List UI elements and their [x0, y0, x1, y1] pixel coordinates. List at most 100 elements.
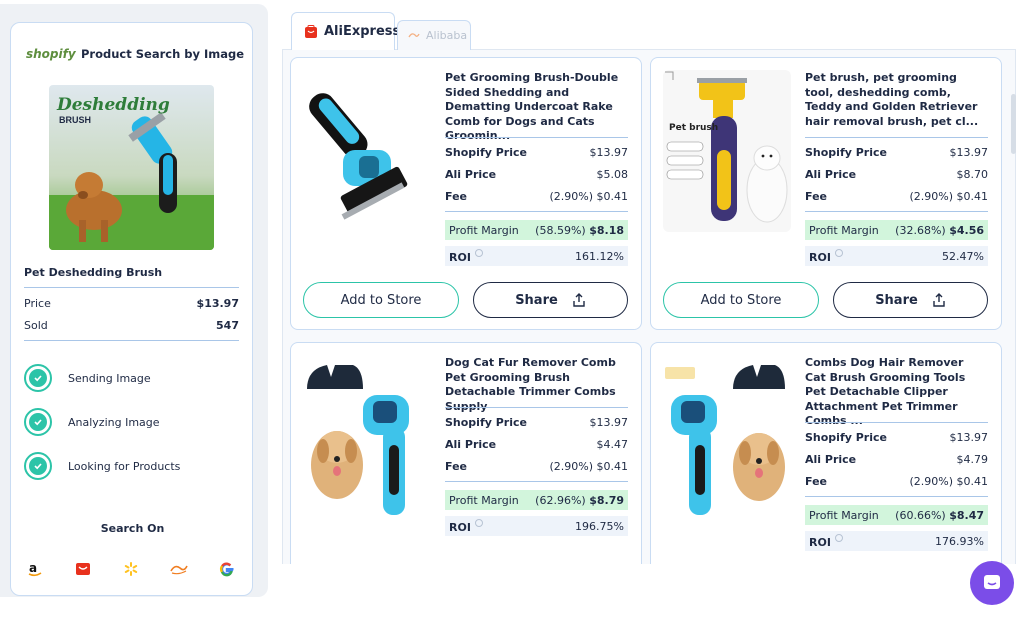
- sold-value: 547: [216, 319, 239, 332]
- product-title[interactable]: Combs Dog Hair Remover Cat Brush Groomin…: [805, 356, 987, 429]
- add-to-store-button[interactable]: Add to Store: [303, 282, 459, 318]
- price-value: $13.97: [196, 297, 239, 310]
- fee-row: Fee (2.90%) $0.41: [805, 190, 988, 203]
- ali-price-value: $5.08: [596, 168, 629, 181]
- divider: [805, 422, 988, 423]
- chat-icon: [984, 575, 1000, 589]
- scrollbar[interactable]: [1011, 94, 1016, 154]
- roi-label: ROI: [809, 250, 831, 264]
- fee-row: Fee (2.90%) $0.41: [445, 190, 628, 203]
- query-product-image: Deshedding BRUSH: [49, 85, 214, 250]
- tab-alibaba[interactable]: Alibaba: [397, 20, 471, 50]
- chat-button[interactable]: [970, 561, 1014, 605]
- google-icon[interactable]: [217, 559, 237, 579]
- fee-row: Fee (2.90%) $0.41: [445, 460, 628, 473]
- roi-label: ROI: [809, 535, 831, 549]
- amazon-icon[interactable]: a: [25, 559, 45, 579]
- shopify-logo: shopify: [26, 47, 76, 61]
- share-icon: [573, 293, 585, 307]
- share-button[interactable]: Share: [473, 282, 628, 318]
- aliexpress-icon: [304, 24, 318, 39]
- ali-price-label: Ali Price: [445, 168, 497, 181]
- share-label: Share: [515, 292, 558, 308]
- product-title[interactable]: Pet brush, pet grooming tool, deshedding…: [805, 71, 987, 129]
- product-image: [303, 70, 431, 232]
- divider: [805, 496, 988, 497]
- product-title[interactable]: Pet Grooming Brush-Double Sided Shedding…: [445, 71, 627, 144]
- profit-margin-label: Profit Margin: [449, 223, 519, 237]
- ali-price-value: $4.47: [596, 438, 629, 451]
- aliexpress-icon[interactable]: [73, 559, 93, 579]
- search-panel: shopify Product Search by Image Desheddi…: [10, 22, 253, 596]
- ali-price-row: Ali Price $4.47: [445, 438, 628, 451]
- step-label: Analyzing Image: [68, 415, 160, 429]
- product-image: [663, 355, 791, 520]
- profit-margin-pct: (60.66%): [895, 508, 946, 522]
- info-icon[interactable]: [834, 533, 843, 542]
- page-bottom-mask: [282, 564, 1024, 617]
- step-label: Sending Image: [68, 371, 151, 385]
- shopify-price-value: $13.97: [949, 431, 989, 444]
- step-label: Looking for Products: [68, 459, 181, 473]
- profit-margin-label: Profit Margin: [809, 223, 879, 237]
- product-image: Pet brush: [663, 70, 791, 232]
- roi-row: ROI 176.93%: [805, 531, 988, 551]
- ali-price-row: Ali Price $4.79: [805, 453, 988, 466]
- alibaba-icon: [408, 31, 420, 41]
- tab-label: Alibaba: [426, 29, 468, 42]
- info-icon[interactable]: [474, 248, 483, 257]
- step-looking-for-products: Looking for Products: [24, 452, 180, 480]
- product-image: [303, 355, 431, 520]
- sold-label: Sold: [24, 319, 48, 332]
- profit-margin-pct: (32.68%): [895, 223, 946, 237]
- roi-label: ROI: [449, 250, 471, 264]
- info-icon[interactable]: [474, 518, 483, 527]
- divider: [445, 137, 628, 138]
- image-headline: Deshedding: [57, 95, 170, 115]
- ali-price-value: $4.79: [956, 453, 989, 466]
- price-label: Price: [24, 297, 51, 310]
- shopify-logo-text: shopify: [26, 47, 76, 61]
- roi-value: 196.75%: [575, 519, 624, 533]
- roi-value: 52.47%: [942, 249, 984, 263]
- product-card: Dog Cat Fur Remover Comb Pet Grooming Br…: [290, 342, 642, 582]
- fee-value: (2.90%) $0.41: [549, 460, 628, 473]
- fee-label: Fee: [805, 190, 827, 203]
- check-icon: [24, 408, 52, 436]
- shopify-price-label: Shopify Price: [445, 146, 527, 159]
- image-caption: Pet brush: [669, 123, 718, 133]
- divider: [445, 211, 628, 212]
- profit-margin-row: Profit Margin (60.66%) $8.47: [805, 505, 988, 525]
- step-sending-image: Sending Image: [24, 364, 151, 392]
- profit-margin-value: $4.56: [949, 223, 984, 237]
- shopify-price-value: $13.97: [949, 146, 989, 159]
- profit-margin-row: Profit Margin (58.59%) $8.18: [445, 220, 628, 240]
- add-to-store-button[interactable]: Add to Store: [663, 282, 819, 318]
- profit-margin-value: $8.18: [589, 223, 624, 237]
- shopify-price-label: Shopify Price: [445, 416, 527, 429]
- walmart-icon[interactable]: [121, 559, 141, 579]
- tab-label: AliExpress: [324, 24, 401, 39]
- tab-aliexpress[interactable]: AliExpress: [291, 12, 400, 50]
- shopify-price-label: Shopify Price: [805, 146, 887, 159]
- ali-price-row: Ali Price $5.08: [445, 168, 628, 181]
- product-title[interactable]: Dog Cat Fur Remover Comb Pet Grooming Br…: [445, 356, 627, 414]
- profit-margin-pct: (62.96%): [535, 493, 586, 507]
- divider: [445, 481, 628, 482]
- roi-value: 176.93%: [935, 534, 984, 548]
- fee-label: Fee: [445, 190, 467, 203]
- divider: [24, 340, 239, 341]
- shopify-price-row: Shopify Price $13.97: [805, 431, 988, 444]
- share-button[interactable]: Share: [833, 282, 988, 318]
- info-icon[interactable]: [834, 248, 843, 257]
- shopify-price-value: $13.97: [589, 146, 629, 159]
- profit-margin-row: Profit Margin (62.96%) $8.79: [445, 490, 628, 510]
- divider: [445, 407, 628, 408]
- fee-row: Fee (2.90%) $0.41: [805, 475, 988, 488]
- divider: [805, 137, 988, 138]
- product-card: Pet brush Pet brush, pet grooming tool, …: [650, 57, 1002, 330]
- product-card: Pet Grooming Brush-Double Sided Shedding…: [290, 57, 642, 330]
- alibaba-icon[interactable]: [169, 559, 189, 579]
- roi-row: ROI 196.75%: [445, 516, 628, 536]
- profit-margin-label: Profit Margin: [809, 508, 879, 522]
